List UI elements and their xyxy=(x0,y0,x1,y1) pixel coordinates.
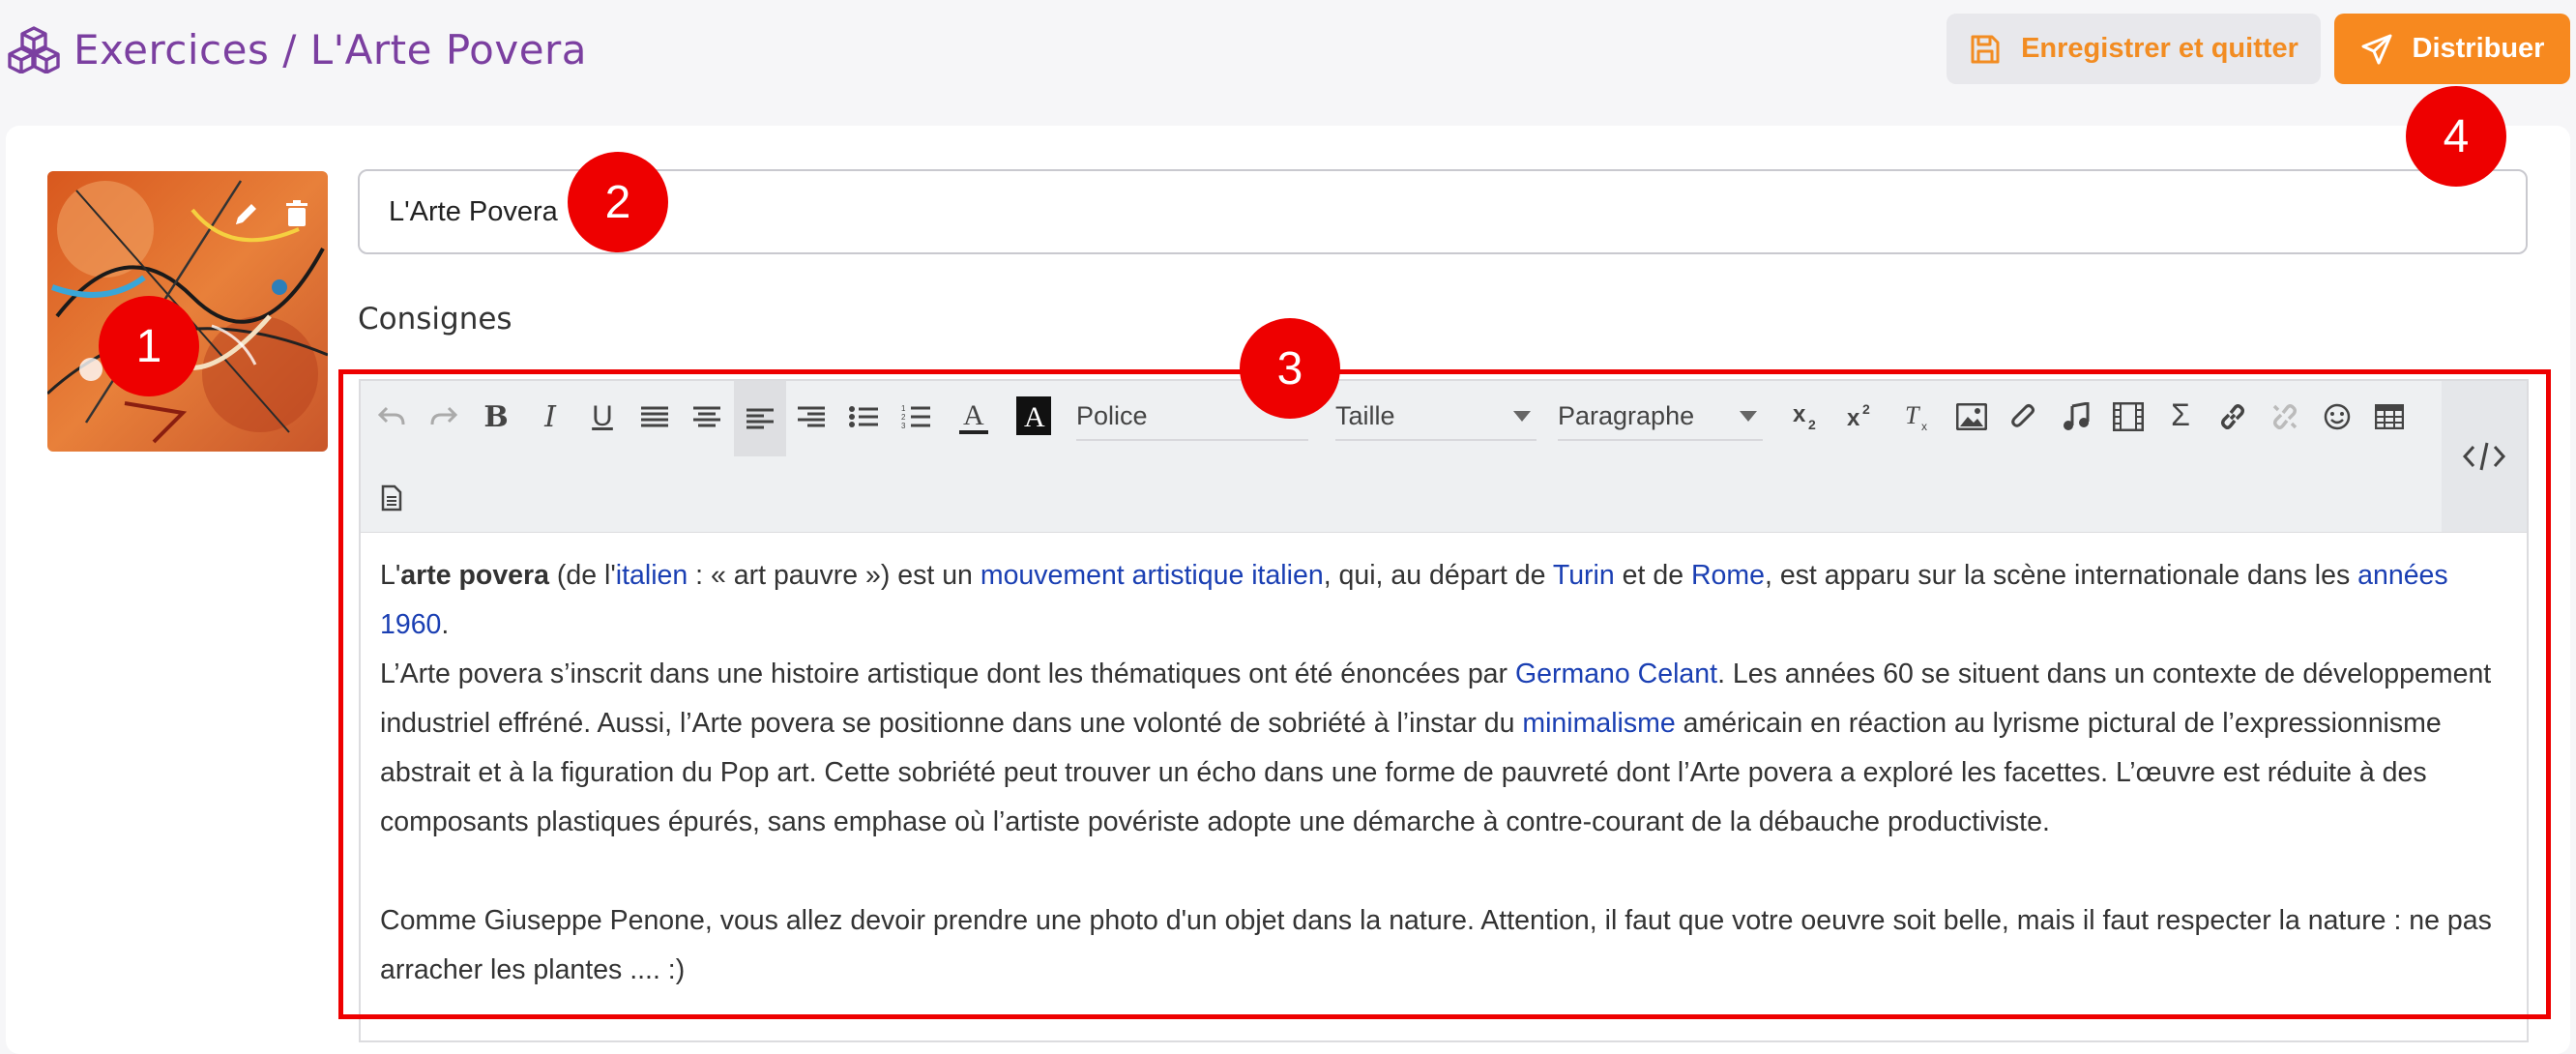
italic-icon[interactable]: I xyxy=(531,395,570,439)
page-title: Exercices / L'Arte Povera xyxy=(73,25,588,73)
paragraph-assignment: Comme Giuseppe Penone, vous allez devoir… xyxy=(380,905,2492,985)
svg-text:A: A xyxy=(963,399,984,431)
link-icon[interactable] xyxy=(2213,395,2252,439)
math-formula-icon[interactable]: Σ xyxy=(2161,393,2200,437)
link-rome[interactable]: Rome xyxy=(1691,560,1765,591)
text-span: et de xyxy=(1614,560,1691,591)
audio-icon[interactable] xyxy=(2057,395,2095,439)
editor-toolbar: B I U 123 A A Police Taille Paragraphe x… xyxy=(361,381,2527,533)
distribute-label: Distribuer xyxy=(2412,33,2545,64)
link-mouvement-artistique[interactable]: mouvement artistique italien xyxy=(981,560,1324,591)
editor-content[interactable]: L'arte povera (de l'italien : « art pauv… xyxy=(380,551,2507,995)
chevron-down-icon xyxy=(1740,410,1757,422)
svg-text:x: x xyxy=(1847,405,1860,431)
subscript-icon[interactable]: x2 xyxy=(1790,395,1829,439)
distribute-button[interactable]: Distribuer xyxy=(2334,14,2570,84)
trash-icon[interactable] xyxy=(279,196,314,231)
floppy-disk-icon xyxy=(1971,35,2000,63)
numbered-list-icon[interactable]: 123 xyxy=(896,395,935,439)
text-span: L’Arte povera s’inscrit dans une histoir… xyxy=(380,659,1515,689)
svg-text:2: 2 xyxy=(1808,417,1816,431)
document-icon[interactable] xyxy=(372,476,411,520)
text-span: , qui, au départ de xyxy=(1323,560,1553,591)
image-icon[interactable] xyxy=(1952,395,1991,439)
link-minimalisme[interactable]: minimalisme xyxy=(1522,708,1675,739)
svg-text:3: 3 xyxy=(901,422,906,429)
save-and-quit-button[interactable]: Enregistrer et quitter xyxy=(1947,14,2321,84)
text-span: : « art pauvre ») est un xyxy=(688,560,981,591)
bullet-list-icon[interactable] xyxy=(844,395,883,439)
paragraph-format-select[interactable]: Paragraphe xyxy=(1558,393,1763,441)
svg-text:1: 1 xyxy=(901,404,906,413)
underline-icon[interactable]: U xyxy=(583,395,622,439)
bold-icon[interactable]: B xyxy=(477,395,515,439)
link-germano-celant[interactable]: Germano Celant xyxy=(1515,659,1717,689)
background-color-icon[interactable]: A xyxy=(1014,395,1053,437)
breadcrumb: Exercices / L'Arte Povera xyxy=(8,25,587,73)
text-span: (de l' xyxy=(548,560,616,591)
instructions-label: Consignes xyxy=(358,302,512,337)
unlink-icon[interactable] xyxy=(2266,395,2304,439)
text-span: . xyxy=(441,609,450,640)
code-view-icon[interactable] xyxy=(2442,381,2527,532)
align-center-icon[interactable] xyxy=(688,395,726,439)
clear-formatting-icon[interactable]: Tx xyxy=(1898,395,1937,439)
link-turin[interactable]: Turin xyxy=(1553,560,1615,591)
annotation-marker-4: 4 xyxy=(2406,86,2506,187)
exercise-title-input[interactable] xyxy=(358,169,2528,254)
paragraph-context: L’Arte povera s’inscrit dans une histoir… xyxy=(380,650,2507,847)
undo-icon[interactable] xyxy=(372,395,411,439)
font-size-select[interactable]: Taille xyxy=(1335,393,1537,441)
text-span: , est apparu sur la scène internationale… xyxy=(1765,560,2358,591)
svg-text:2: 2 xyxy=(1862,402,1870,417)
paragraph-format-select-label: Paragraphe xyxy=(1558,400,1695,430)
align-right-icon[interactable] xyxy=(792,395,831,439)
font-family-select-label: Police xyxy=(1076,400,1148,430)
font-size-select-label: Taille xyxy=(1335,400,1395,430)
svg-text:T: T xyxy=(1905,402,1920,429)
table-icon[interactable] xyxy=(2370,395,2409,439)
link-italien[interactable]: italien xyxy=(616,560,688,591)
paragraph-intro: L'arte povera (de l'italien : « art pauv… xyxy=(380,551,2507,650)
paper-plane-icon xyxy=(2361,34,2391,64)
redo-icon[interactable] xyxy=(424,395,463,439)
superscript-icon[interactable]: x2 xyxy=(1844,395,1883,439)
svg-text:x: x xyxy=(1921,420,1927,431)
emoji-icon[interactable] xyxy=(2318,395,2356,439)
align-left-icon[interactable] xyxy=(734,381,786,456)
align-justify-icon[interactable] xyxy=(635,395,674,439)
chevron-down-icon xyxy=(1513,410,1531,422)
text-span: L' xyxy=(380,560,401,591)
pencil-icon[interactable] xyxy=(229,196,264,231)
svg-text:2: 2 xyxy=(901,413,906,422)
bold-term: arte povera xyxy=(400,560,549,591)
cover-image[interactable] xyxy=(47,171,328,452)
svg-text:A: A xyxy=(1024,401,1045,433)
rich-text-editor: B I U 123 A A Police Taille Paragraphe x… xyxy=(359,379,2529,1042)
annotation-marker-2: 2 xyxy=(568,152,668,252)
top-bar: Exercices / L'Arte Povera Enregistrer et… xyxy=(0,0,2576,106)
cover-actions xyxy=(229,196,314,231)
svg-text:x: x xyxy=(1793,402,1806,427)
annotation-marker-1: 1 xyxy=(99,296,199,396)
save-and-quit-label: Enregistrer et quitter xyxy=(2021,33,2298,64)
annotation-marker-3: 3 xyxy=(1240,318,1340,419)
text-color-icon[interactable]: A xyxy=(954,391,993,443)
video-icon[interactable] xyxy=(2109,395,2148,439)
attachment-icon[interactable] xyxy=(2005,395,2043,439)
cubes-icon xyxy=(8,26,60,73)
